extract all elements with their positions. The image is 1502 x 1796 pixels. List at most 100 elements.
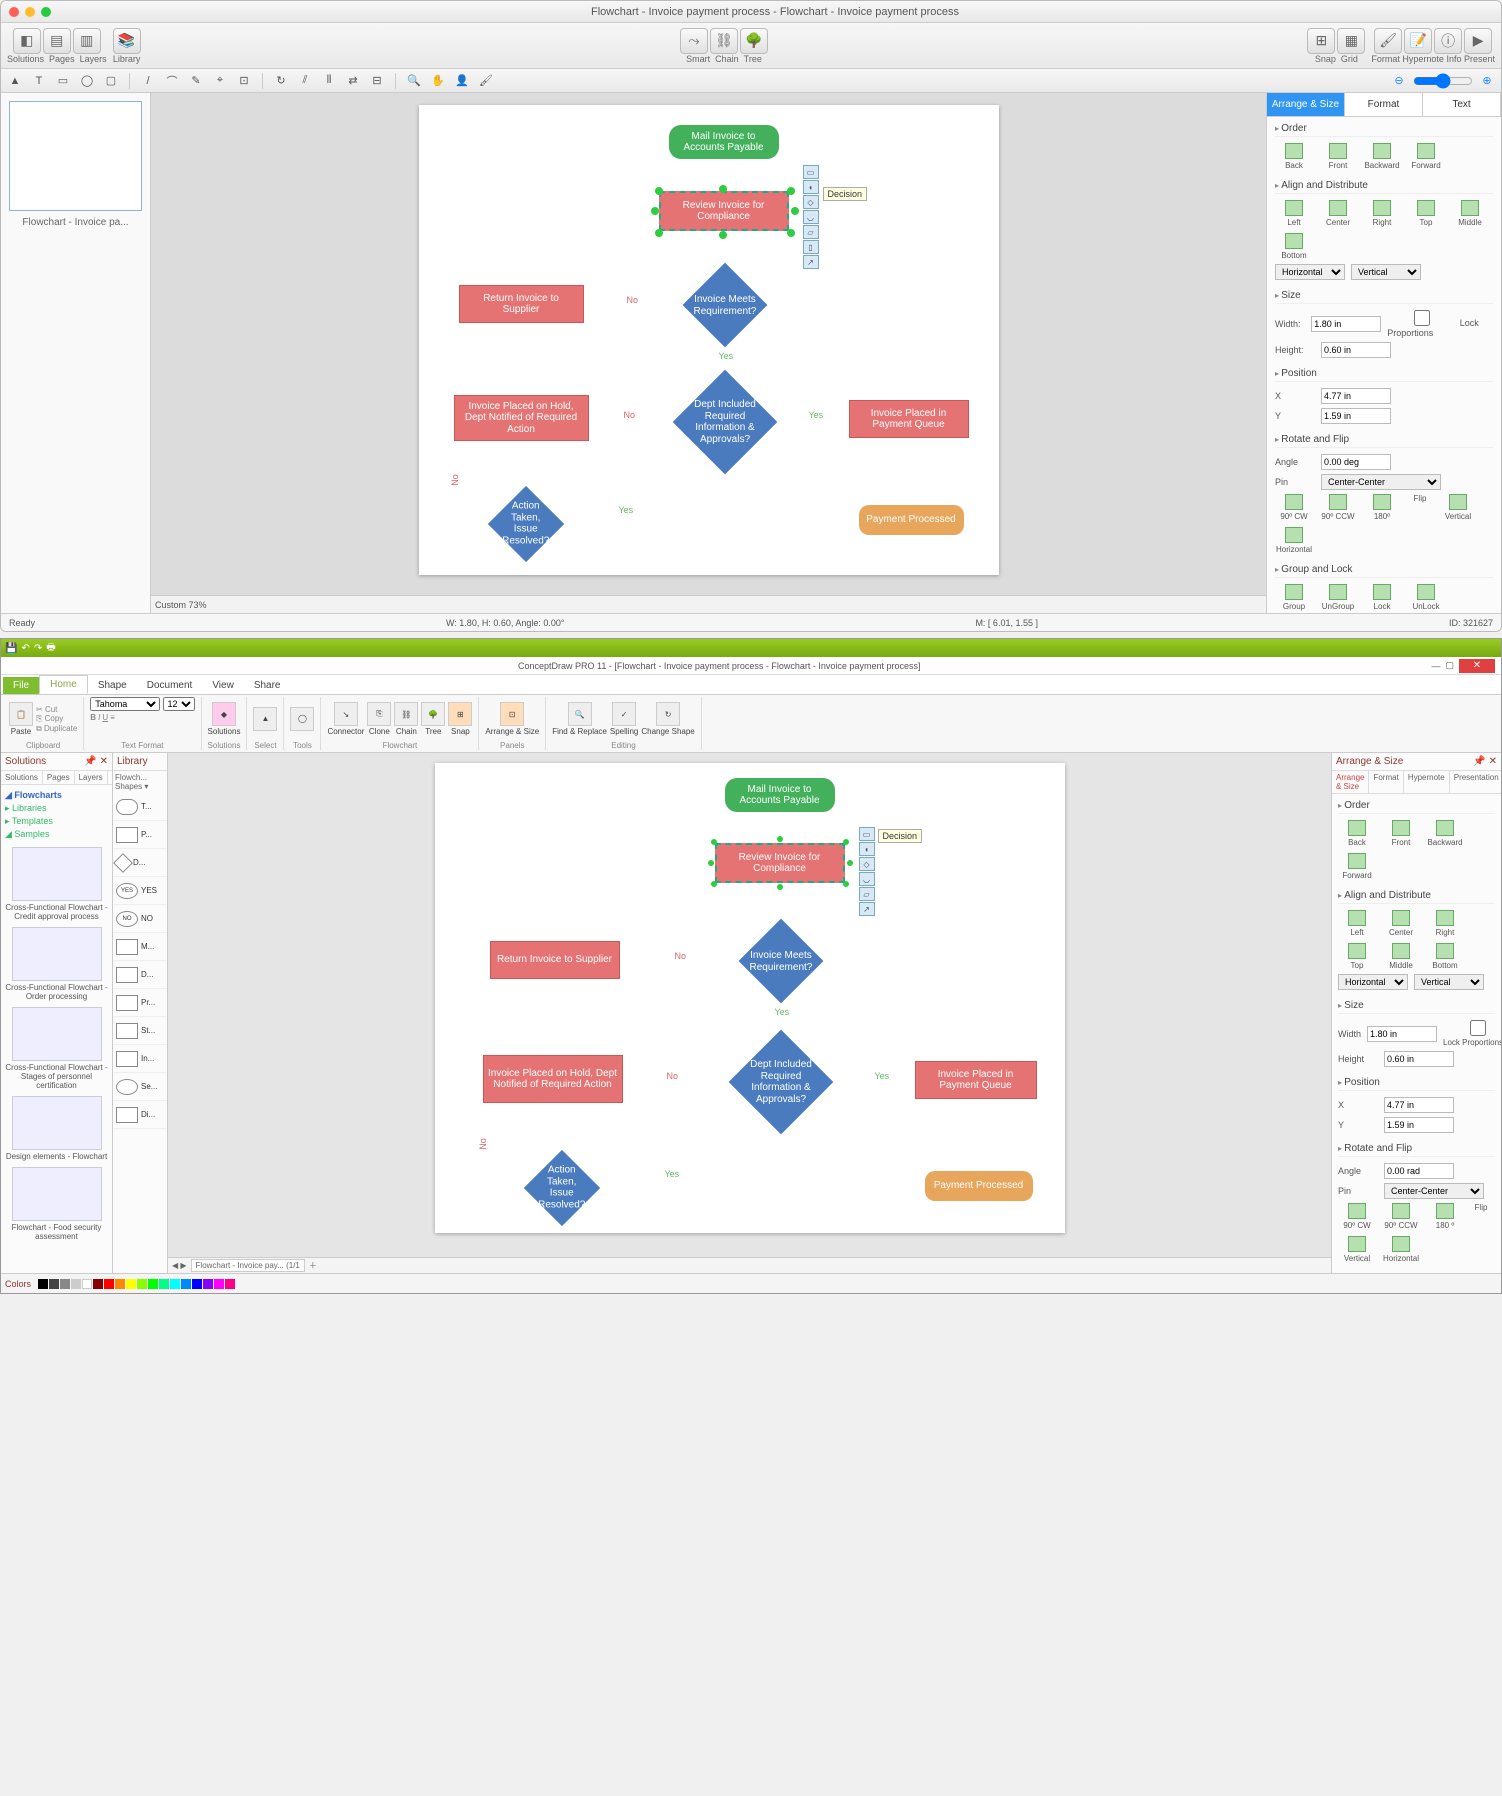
w-cw[interactable]: 90º CW <box>1338 1203 1376 1230</box>
swatch[interactable] <box>71 1279 81 1289</box>
arc-tool[interactable]: ⌒ <box>162 72 182 90</box>
order-backward[interactable]: Backward <box>1426 820 1464 847</box>
swatch[interactable] <box>203 1279 213 1289</box>
paint-tool[interactable]: 🖌 <box>476 72 496 90</box>
tree-templates[interactable]: ▸ Templates <box>5 815 108 828</box>
swatch[interactable] <box>159 1279 169 1289</box>
tree-libraries[interactable]: ▸ Libraries <box>5 802 108 815</box>
chooser-item[interactable]: ▭ <box>859 827 875 841</box>
w-ccw[interactable]: 90º CCW <box>1382 1203 1420 1230</box>
chooser-data[interactable]: ▱ <box>803 225 819 239</box>
node-dept-info[interactable]: Dept Included Required Information & App… <box>672 370 777 475</box>
y-field[interactable] <box>1321 408 1391 424</box>
arrange-button[interactable]: ⊡Arrange & Size <box>485 702 539 736</box>
tab-view[interactable]: View <box>202 677 244 694</box>
swatch[interactable] <box>170 1279 180 1289</box>
rot-ccw[interactable]: 90º CCW <box>1319 494 1357 521</box>
library-button[interactable]: 📚 <box>113 28 141 54</box>
handle[interactable] <box>651 207 659 215</box>
tree-button[interactable]: 🌳Tree <box>421 702 445 736</box>
order-forward[interactable]: Forward <box>1407 143 1445 170</box>
win-page[interactable]: Mail Invoice to Accounts Payable Review … <box>435 763 1065 1233</box>
handle[interactable] <box>777 836 783 842</box>
chooser-item[interactable]: ◡ <box>859 872 875 886</box>
win-canvas[interactable]: Mail Invoice to Accounts Payable Review … <box>168 753 1331 1257</box>
w-lock[interactable] <box>1443 1020 1501 1036</box>
canvas[interactable]: Mail Invoice to Accounts Payable Review … <box>151 93 1266 595</box>
shape-chooser[interactable]: ▭◖◇◡▱▯↗ <box>803 165 819 269</box>
fontsize-select[interactable]: 12 <box>163 697 195 711</box>
shape-chooser[interactable]: ▭◖◇◡▱↗ <box>859 827 875 916</box>
stamp-tool[interactable]: 👤 <box>452 72 472 90</box>
wtab-format[interactable]: Format <box>1369 771 1403 793</box>
solutions-button[interactable]: ◆Solutions <box>208 702 241 736</box>
lib-shape[interactable]: Di... <box>113 1101 167 1129</box>
swatch[interactable] <box>192 1279 202 1289</box>
dist-v[interactable]: Vertical <box>1414 974 1484 990</box>
node-dept-info[interactable]: Dept Included Required Information & App… <box>728 1030 833 1135</box>
flip-h[interactable]: Horizontal <box>1275 527 1313 554</box>
swatch[interactable] <box>104 1279 114 1289</box>
qat-print-icon[interactable]: 🖶 <box>46 640 55 657</box>
lib-shape[interactable]: YESYES <box>113 877 167 905</box>
order-front[interactable]: Front <box>1319 143 1357 170</box>
duplicate-button[interactable]: ⧉ Duplicate <box>36 724 77 734</box>
handle[interactable] <box>708 860 714 866</box>
chooser-decision[interactable]: ◇ <box>803 195 819 209</box>
align-center[interactable]: Center <box>1382 910 1420 937</box>
align-middle[interactable]: Middle <box>1451 200 1489 227</box>
align-left-button[interactable]: ≡ <box>110 713 115 722</box>
node-meets-req[interactable]: Invoice Meets Requirement? <box>738 919 823 1004</box>
order-forward[interactable]: Forward <box>1338 853 1376 880</box>
hypernote-button[interactable]: 📝 <box>1404 28 1432 54</box>
swatch[interactable] <box>38 1279 48 1289</box>
w-x[interactable] <box>1384 1097 1454 1113</box>
flip-v[interactable]: Vertical <box>1439 494 1477 521</box>
handle[interactable] <box>719 185 727 193</box>
change-shape-button[interactable]: ↻Change Shape <box>641 702 694 736</box>
lib-shape[interactable]: D... <box>113 961 167 989</box>
lib-shape[interactable]: In... <box>113 1045 167 1073</box>
node-hold[interactable]: Invoice Placed on Hold, Dept Notified of… <box>454 395 589 441</box>
chooser-item[interactable]: ▱ <box>859 887 875 901</box>
w-width[interactable] <box>1367 1026 1437 1042</box>
hand-tool[interactable]: ✋ <box>428 72 448 90</box>
align-top[interactable]: Top <box>1407 200 1445 227</box>
handle[interactable] <box>655 187 663 195</box>
qat-save-icon[interactable]: 💾 <box>5 643 17 654</box>
tab-home[interactable]: Home <box>39 675 88 694</box>
align-tool[interactable]: ⫽ <box>295 72 315 90</box>
dist-vert[interactable]: Vertical <box>1351 264 1421 280</box>
chain-button[interactable]: ⛓Chain <box>394 702 418 736</box>
soltab-solutions[interactable]: Solutions <box>1 771 43 784</box>
tab-format[interactable]: Format <box>1345 93 1423 116</box>
tab-document[interactable]: Document <box>137 677 203 694</box>
handle[interactable] <box>847 860 853 866</box>
angle-field[interactable] <box>1321 454 1391 470</box>
rot-cw[interactable]: 90º CW <box>1275 494 1313 521</box>
qat-undo-icon[interactable]: ↶ <box>21 643 29 654</box>
soltab-layers[interactable]: Layers <box>75 771 108 784</box>
grid-button[interactable]: ▦ <box>1337 28 1365 54</box>
chooser-more[interactable]: ↗ <box>803 255 819 269</box>
w-fh[interactable]: Horizontal <box>1382 1236 1420 1263</box>
pin-select[interactable]: Center-Center <box>1321 474 1441 490</box>
node-payment[interactable]: Payment Processed <box>925 1171 1033 1201</box>
node-return[interactable]: Return Invoice to Supplier <box>490 941 620 979</box>
swatch[interactable] <box>82 1279 92 1289</box>
wtab-hypernote[interactable]: Hypernote <box>1404 771 1450 793</box>
flip-tool[interactable]: ⇄ <box>343 72 363 90</box>
ungroup-btn[interactable]: UnGroup <box>1319 584 1357 611</box>
node-queue[interactable]: Invoice Placed in Payment Queue <box>849 400 969 438</box>
swatch[interactable] <box>137 1279 147 1289</box>
paste-button[interactable]: 📋Paste <box>9 702 33 736</box>
tab-file[interactable]: File <box>3 677 39 694</box>
chooser-doc[interactable]: ◡ <box>803 210 819 224</box>
snap-button[interactable]: ⊞Snap <box>448 702 472 736</box>
align-right[interactable]: Right <box>1426 910 1464 937</box>
zoom-plus-icon[interactable]: ⊕ <box>1477 72 1497 90</box>
format-button[interactable]: 🖌 <box>1374 28 1402 54</box>
chooser-item[interactable]: ↗ <box>859 902 875 916</box>
soltab-pages[interactable]: Pages <box>43 771 75 784</box>
close-icon[interactable] <box>9 7 19 17</box>
